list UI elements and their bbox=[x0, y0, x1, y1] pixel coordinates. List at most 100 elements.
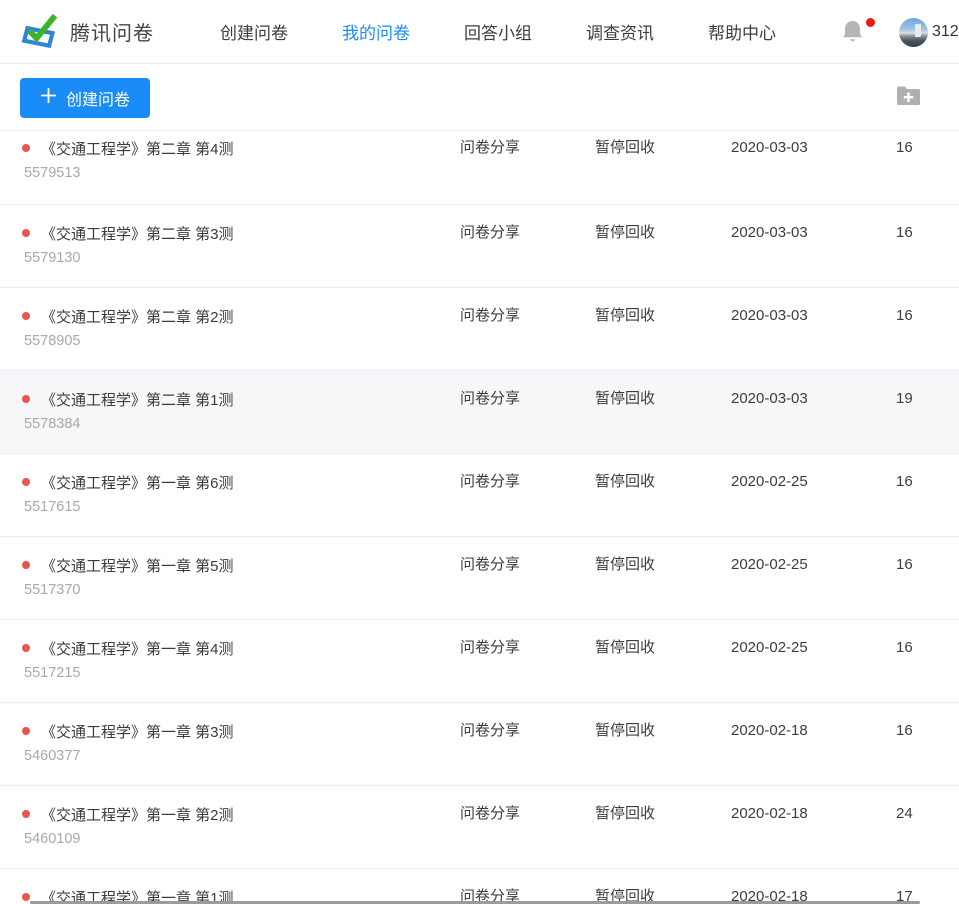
response-count: 16 bbox=[896, 138, 959, 158]
survey-title[interactable]: 《交通工程学》第二章 第4测 bbox=[41, 138, 234, 159]
response-count: 19 bbox=[896, 389, 959, 409]
survey-id: 5578384 bbox=[24, 416, 460, 434]
unread-badge bbox=[866, 18, 875, 27]
survey-list: 《交通工程学》第二章 第4测 5579513 问卷分享 暂停回收 2020-03… bbox=[0, 131, 959, 903]
collection-status[interactable]: 暂停回收 bbox=[595, 138, 731, 158]
share-action[interactable]: 问卷分享 bbox=[460, 555, 595, 575]
survey-title[interactable]: 《交通工程学》第一章 第3测 bbox=[41, 721, 234, 742]
response-count: 16 bbox=[896, 472, 959, 492]
survey-date: 2020-02-25 bbox=[731, 472, 896, 492]
survey-date: 2020-02-25 bbox=[731, 638, 896, 658]
status-dot-icon bbox=[22, 478, 30, 486]
survey-title-cell: 《交通工程学》第二章 第3测 5579130 bbox=[0, 223, 460, 268]
survey-id: 5460377 bbox=[24, 748, 460, 766]
survey-title-cell: 《交通工程学》第一章 第2测 5460109 bbox=[0, 804, 460, 849]
survey-title[interactable]: 《交通工程学》第二章 第3测 bbox=[41, 223, 234, 244]
survey-title-cell: 《交通工程学》第一章 第3测 5460377 bbox=[0, 721, 460, 766]
survey-title[interactable]: 《交通工程学》第二章 第2测 bbox=[41, 306, 234, 327]
survey-row[interactable]: 《交通工程学》第一章 第6测 5517615 问卷分享 暂停回收 2020-02… bbox=[0, 454, 959, 537]
collection-status[interactable]: 暂停回收 bbox=[595, 555, 731, 575]
response-count: 16 bbox=[896, 638, 959, 658]
brand[interactable]: 腾讯问卷 bbox=[20, 9, 154, 54]
share-action[interactable]: 问卷分享 bbox=[460, 223, 595, 243]
survey-date: 2020-03-03 bbox=[731, 138, 896, 158]
toolbar: 创建问卷 bbox=[0, 64, 959, 131]
survey-date: 2020-02-18 bbox=[731, 804, 896, 824]
survey-id: 5460109 bbox=[24, 831, 460, 849]
survey-title[interactable]: 《交通工程学》第一章 第4测 bbox=[41, 638, 234, 659]
main-nav: 创建问卷 我的问卷 回答小组 调查资讯 帮助中心 bbox=[220, 19, 830, 44]
status-dot-icon bbox=[22, 395, 30, 403]
collection-status[interactable]: 暂停回收 bbox=[595, 389, 731, 409]
status-dot-icon bbox=[22, 810, 30, 818]
collection-status[interactable]: 暂停回收 bbox=[595, 721, 731, 741]
survey-row[interactable]: 《交通工程学》第一章 第4测 5517215 问卷分享 暂停回收 2020-02… bbox=[0, 620, 959, 703]
username[interactable]: 312 bbox=[932, 23, 959, 41]
page: 腾讯问卷 创建问卷 我的问卷 回答小组 调查资讯 帮助中心 312 bbox=[0, 0, 959, 904]
share-action[interactable]: 问卷分享 bbox=[460, 804, 595, 824]
survey-id: 5579130 bbox=[24, 250, 460, 268]
status-dot-icon bbox=[22, 144, 30, 152]
status-dot-icon bbox=[22, 893, 30, 901]
share-action[interactable]: 问卷分享 bbox=[460, 389, 595, 409]
survey-row[interactable]: 《交通工程学》第二章 第4测 5579513 问卷分享 暂停回收 2020-03… bbox=[0, 131, 959, 205]
survey-date: 2020-03-03 bbox=[731, 306, 896, 326]
survey-id: 5579513 bbox=[24, 165, 460, 183]
top-header: 腾讯问卷 创建问卷 我的问卷 回答小组 调查资讯 帮助中心 312 bbox=[0, 0, 959, 64]
create-survey-label: 创建问卷 bbox=[66, 86, 130, 110]
survey-row[interactable]: 《交通工程学》第一章 第2测 5460109 问卷分享 暂停回收 2020-02… bbox=[0, 786, 959, 869]
collection-status[interactable]: 暂停回收 bbox=[595, 306, 731, 326]
survey-title-cell: 《交通工程学》第一章 第6测 5517615 bbox=[0, 472, 460, 517]
nav-create-survey[interactable]: 创建问卷 bbox=[220, 19, 288, 44]
status-dot-icon bbox=[22, 727, 30, 735]
new-folder-button[interactable] bbox=[896, 84, 921, 106]
header-right: 312 bbox=[842, 0, 959, 64]
survey-date: 2020-03-03 bbox=[731, 223, 896, 243]
response-count: 16 bbox=[896, 721, 959, 741]
nav-my-surveys[interactable]: 我的问卷 bbox=[342, 19, 410, 44]
share-action[interactable]: 问卷分享 bbox=[460, 472, 595, 492]
survey-date: 2020-02-25 bbox=[731, 555, 896, 575]
share-action[interactable]: 问卷分享 bbox=[460, 721, 595, 741]
survey-title[interactable]: 《交通工程学》第一章 第2测 bbox=[41, 804, 234, 825]
response-count: 16 bbox=[896, 555, 959, 575]
survey-row[interactable]: 《交通工程学》第一章 第5测 5517370 问卷分享 暂停回收 2020-02… bbox=[0, 537, 959, 620]
survey-date: 2020-03-03 bbox=[731, 389, 896, 409]
notifications-button[interactable] bbox=[842, 20, 863, 44]
nav-help-center[interactable]: 帮助中心 bbox=[708, 19, 776, 44]
status-dot-icon bbox=[22, 312, 30, 320]
survey-id: 5517215 bbox=[24, 665, 460, 683]
status-dot-icon bbox=[22, 644, 30, 652]
collection-status[interactable]: 暂停回收 bbox=[595, 223, 731, 243]
survey-title[interactable]: 《交通工程学》第二章 第1测 bbox=[41, 389, 234, 410]
collection-status[interactable]: 暂停回收 bbox=[595, 638, 731, 658]
survey-row[interactable]: 《交通工程学》第二章 第2测 5578905 问卷分享 暂停回收 2020-03… bbox=[0, 288, 959, 371]
survey-title-cell: 《交通工程学》第二章 第4测 5579513 bbox=[0, 138, 460, 183]
survey-row[interactable]: 《交通工程学》第二章 第1测 5578384 问卷分享 暂停回收 2020-03… bbox=[0, 371, 959, 454]
survey-row[interactable]: 《交通工程学》第一章 第1测 问卷分享 暂停回收 2020-02-18 17 bbox=[0, 869, 959, 903]
user-avatar[interactable] bbox=[899, 18, 928, 47]
share-action[interactable]: 问卷分享 bbox=[460, 638, 595, 658]
survey-title-cell: 《交通工程学》第二章 第2测 5578905 bbox=[0, 306, 460, 351]
survey-date: 2020-02-18 bbox=[731, 721, 896, 741]
collection-status[interactable]: 暂停回收 bbox=[595, 804, 731, 824]
share-action[interactable]: 问卷分享 bbox=[460, 306, 595, 326]
collection-status[interactable]: 暂停回收 bbox=[595, 472, 731, 492]
bell-icon bbox=[842, 31, 863, 48]
response-count: 24 bbox=[896, 804, 959, 824]
create-survey-button[interactable]: 创建问卷 bbox=[20, 78, 150, 118]
share-action[interactable]: 问卷分享 bbox=[460, 138, 595, 158]
survey-id: 5578905 bbox=[24, 333, 460, 351]
survey-title[interactable]: 《交通工程学》第一章 第6测 bbox=[41, 472, 234, 493]
status-dot-icon bbox=[22, 561, 30, 569]
nav-answer-groups[interactable]: 回答小组 bbox=[464, 19, 532, 44]
nav-survey-news[interactable]: 调查资讯 bbox=[586, 19, 654, 44]
survey-id: 5517370 bbox=[24, 582, 460, 600]
survey-title[interactable]: 《交通工程学》第一章 第5测 bbox=[41, 555, 234, 576]
checkmark-box-logo-icon bbox=[20, 9, 60, 54]
survey-id: 5517615 bbox=[24, 499, 460, 517]
survey-title-cell: 《交通工程学》第二章 第1测 5578384 bbox=[0, 389, 460, 434]
status-dot-icon bbox=[22, 229, 30, 237]
survey-row[interactable]: 《交通工程学》第一章 第3测 5460377 问卷分享 暂停回收 2020-02… bbox=[0, 703, 959, 786]
survey-row[interactable]: 《交通工程学》第二章 第3测 5579130 问卷分享 暂停回收 2020-03… bbox=[0, 205, 959, 288]
